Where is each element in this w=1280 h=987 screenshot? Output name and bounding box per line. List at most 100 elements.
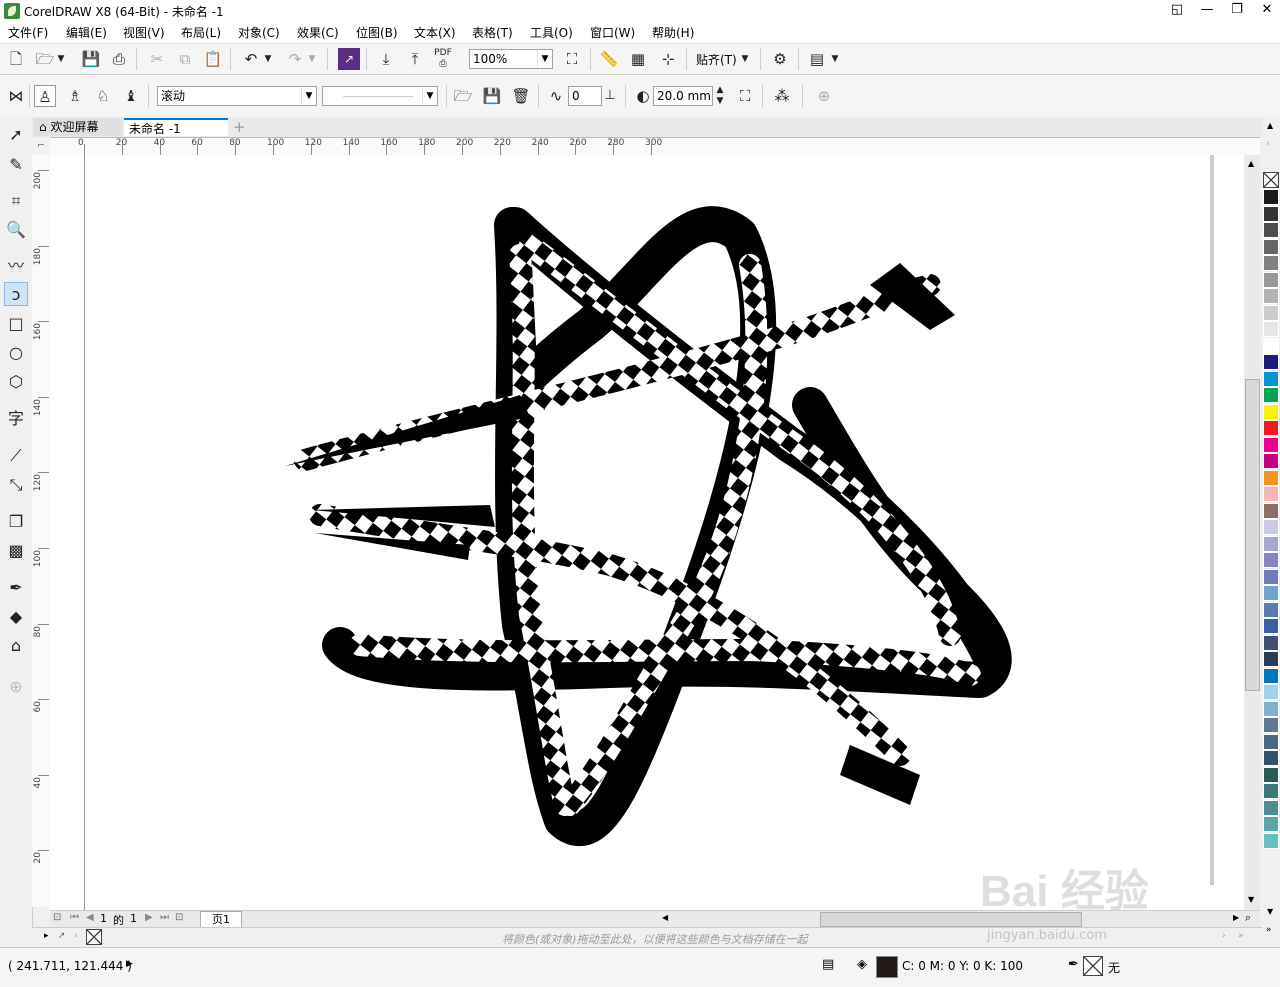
color-swatch[interactable] [1263,733,1279,750]
text-tool-icon[interactable]: 字 [4,407,28,431]
restore-panel-button[interactable]: ◱ [1162,0,1192,21]
color-swatch[interactable] [1263,502,1279,519]
open-folder-icon[interactable]: 🗁 [34,48,56,70]
vertical-ruler[interactable]: 200 180 160 140 120 100 80 60 40 20 [32,155,51,907]
color-eyedropper-icon[interactable]: ✒ [4,576,28,600]
smear-tool-icon[interactable]: ♙ [34,85,56,107]
connector-tool-icon[interactable]: ⤡ [4,473,28,497]
first-page-icon[interactable]: ⏮ [70,912,79,923]
color-swatch[interactable] [1263,255,1279,271]
attract-tool-icon[interactable]: ♘ [92,85,114,107]
dry-icon[interactable]: ⁂ [771,85,793,107]
twirl-tool-icon[interactable]: ♗ [64,85,86,107]
color-swatch[interactable] [1263,766,1279,783]
color-proof-icon[interactable]: ▤ [822,957,834,972]
undo-dropdown-icon[interactable]: ▼ [262,48,274,70]
chevron-down-icon[interactable]: ▼ [301,87,316,105]
pressure-icon[interactable]: ⛶ [734,85,756,107]
color-swatch[interactable] [1263,238,1279,255]
color-swatch[interactable] [1263,651,1279,667]
save-preset-icon[interactable]: 💾 [481,85,503,107]
full-screen-icon[interactable]: ⛶ [561,48,583,70]
zoom-navigator-icon[interactable]: ⌕ [1245,911,1251,925]
color-swatch[interactable] [1263,189,1279,205]
tab-document[interactable]: 未命名 -1 [124,118,228,136]
fill-color-swatch[interactable] [876,956,898,978]
launcher-dropdown-icon[interactable]: ▼ [828,48,842,70]
menu-table[interactable]: 表格(T) [472,24,513,41]
tab-welcome[interactable]: ⌂ 欢迎屏幕 [34,118,122,136]
color-swatch[interactable] [1263,304,1279,321]
color-swatch[interactable] [1263,469,1279,486]
palette-expand-right-icon[interactable]: » [1238,931,1244,941]
angle-field[interactable]: 0 [568,86,602,106]
color-swatch[interactable] [1263,370,1279,387]
menu-edit[interactable]: 编辑(E) [66,24,107,41]
close-button[interactable]: ✕ [1252,0,1280,21]
angle-spinner-icon[interactable]: ⊥ [602,85,618,107]
color-swatch[interactable] [1263,585,1279,601]
smeared-star-artwork[interactable] [50,155,1244,910]
redo-dropdown-icon[interactable]: ▼ [306,48,318,70]
no-color-swatch[interactable] [86,929,102,945]
color-swatch[interactable] [1263,387,1279,403]
smear-mirror-icon[interactable]: ⋈ [5,85,27,107]
save-icon[interactable]: 💾 [80,48,102,70]
snap-dropdown-icon[interactable]: ▼ [738,48,752,70]
smear-tool-icon[interactable]: ↄ [4,282,28,306]
menu-text[interactable]: 文本(X) [414,24,456,41]
scroll-left-icon[interactable]: ◀ [662,913,668,922]
color-swatch[interactable] [1263,634,1279,651]
undo-icon[interactable]: ↶ [240,48,262,70]
menu-view[interactable]: 视图(V) [123,24,165,41]
palette-scroll-down-icon[interactable]: ▼ [1267,907,1273,916]
interactive-fill-icon[interactable]: ◆ [4,605,28,629]
menu-effects[interactable]: 效果(C) [297,24,339,41]
open-folder-icon[interactable]: 🗁 [452,85,474,107]
color-swatch[interactable] [1263,519,1279,535]
color-swatch[interactable] [1263,222,1279,238]
drop-shadow-tool-icon[interactable]: ❐ [4,510,28,534]
smart-fill-icon[interactable]: ⌂ [4,634,28,658]
horizontal-ruler[interactable]: 0 20 40 60 80 100 120 140 160 180 200 220 240 260 280 3… [50,137,1260,157]
color-swatch[interactable] [1263,816,1279,832]
menu-window[interactable]: 窗口(W) [590,24,635,41]
zoom-tool-icon[interactable]: 🔍 [4,218,28,242]
drawing-canvas[interactable]: Bai 经验 [50,155,1244,910]
horizontal-scroll-thumb[interactable] [820,912,1082,927]
chevron-down-icon[interactable]: ▼ [537,50,552,68]
next-page-icon[interactable]: ▶ [145,912,153,923]
minimize-button[interactable]: — [1192,0,1222,21]
add-icon[interactable]: ⊕ [813,85,835,107]
add-page-after-icon[interactable]: ⊡ [175,912,183,923]
menu-object[interactable]: 对象(C) [238,24,280,41]
copy-icon[interactable]: ⧉ [174,48,196,70]
menu-layout[interactable]: 布局(L) [181,24,221,41]
paste-icon[interactable]: 📋 [202,48,224,70]
freehand-tool-icon[interactable]: 〰 [4,254,28,278]
dimension-tool-icon[interactable]: ⟋ [4,444,28,468]
menu-bitmaps[interactable]: 位图(B) [356,24,398,41]
nib-size-icon[interactable]: ◐ [632,85,654,107]
search-content-icon[interactable]: ↗ [338,48,360,70]
scroll-down-icon[interactable]: ▼ [1248,895,1254,904]
ruler-origin-corner[interactable]: ⌐ [32,137,50,156]
pick-tool-icon[interactable]: ➚ [4,123,28,147]
color-swatch[interactable] [1263,832,1279,849]
vertical-scroll-thumb[interactable] [1245,379,1260,691]
palette-scroll-right-icon[interactable]: › [1222,931,1226,941]
eyedropper-icon[interactable]: ➚ [58,931,66,941]
export-icon[interactable]: ⤒ [404,48,426,70]
vertical-scrollbar[interactable]: ▲ ▼ [1244,155,1260,910]
color-swatch[interactable] [1263,354,1279,370]
palette-scroll-up-icon[interactable]: ▲ [1267,121,1273,130]
cut-icon[interactable]: ✂ [146,48,168,70]
ellipse-tool-icon[interactable]: ○ [4,341,28,365]
color-swatch[interactable] [1263,750,1279,766]
last-page-icon[interactable]: ⏭ [160,912,169,923]
scroll-up-icon[interactable]: ▲ [1248,159,1254,168]
crop-tool-icon[interactable]: ⌗ [4,189,28,213]
color-swatch[interactable] [1263,535,1279,552]
color-swatch[interactable] [1263,700,1279,717]
polygon-tool-icon[interactable]: ⬡ [4,370,28,394]
